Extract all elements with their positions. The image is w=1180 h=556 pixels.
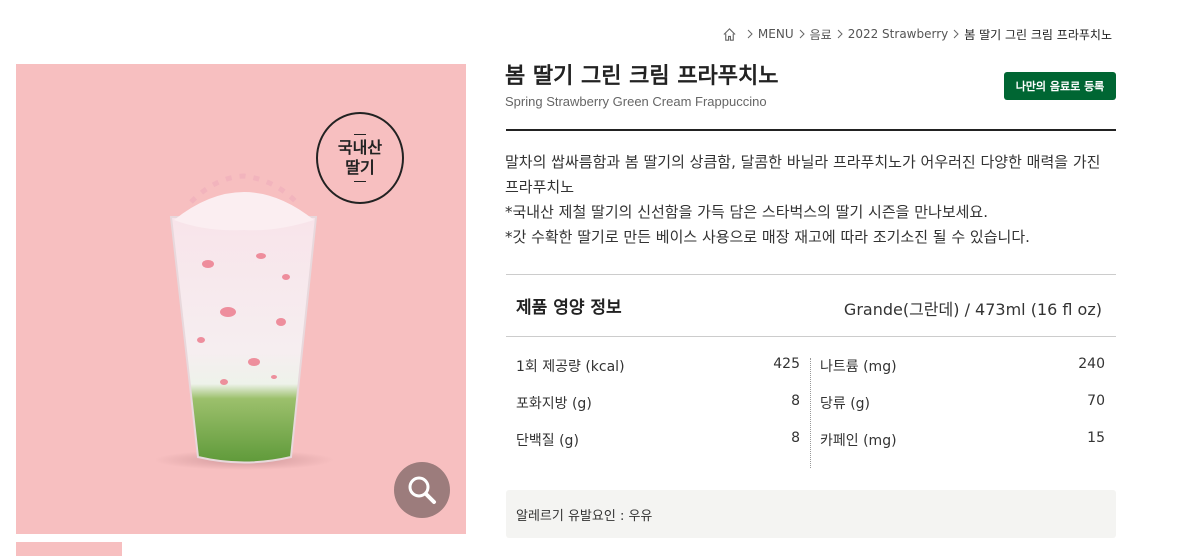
nutrition-list-right: 나트륨 (mg) 240 당류 (g) 70 카페인 (mg) 15 (820, 356, 1105, 467)
nutrition-list-left: 1회 제공량 (kcal) 425 포화지방 (g) 8 단백질 (g) 8 (516, 356, 806, 467)
nutrition-row: 단백질 (g) 8 (516, 430, 806, 467)
nutrition-value: 15 (1087, 430, 1105, 446)
nutrition-value: 240 (1078, 356, 1105, 372)
section-divider (506, 274, 1116, 275)
chevron-right-icon (953, 29, 959, 39)
description-line: *갓 수확한 딸기로 만든 베이스 사용으로 매장 재고에 따라 조기소진 될 … (505, 228, 1030, 246)
chevron-right-icon (837, 29, 843, 39)
description-line: 말차의 쌉싸름함과 봄 딸기의 상큼함, 달콤한 바닐라 프라푸치노가 어우러진… (505, 153, 1101, 196)
nutrition-label: 카페인 (mg) (820, 433, 897, 449)
chevron-right-icon (799, 29, 805, 39)
add-favorite-drink-button[interactable]: 나만의 음료로 등록 (1004, 72, 1116, 100)
nutrition-label: 당류 (g) (820, 396, 871, 412)
badge-line-2: 딸기 (345, 158, 375, 177)
nutrition-label: 단백질 (g) (516, 433, 579, 449)
nutrition-row: 1회 제공량 (kcal) 425 (516, 356, 806, 393)
nutrition-value: 8 (791, 393, 800, 409)
breadcrumb-item-current[interactable]: 봄 딸기 그린 크림 프라푸치노 (964, 26, 1112, 43)
product-image: 국내산 딸기 (16, 64, 466, 534)
description-line: *국내산 제철 딸기의 신선함을 가득 담은 스타벅스의 딸기 시즌을 만나보세… (505, 203, 988, 221)
product-title: 봄 딸기 그린 크림 프라푸치노 (505, 64, 779, 89)
badge-divider (354, 181, 366, 182)
chevron-right-icon (747, 29, 753, 39)
zoom-button[interactable] (394, 462, 450, 518)
nutrition-size: Grande(그란데) / 473ml (16 fl oz) (843, 300, 1102, 319)
nutrition-title: 제품 영양 정보 (516, 298, 622, 318)
badge-divider (354, 134, 366, 135)
breadcrumb-item-drinks[interactable]: 음료 (810, 26, 832, 43)
home-icon[interactable] (722, 26, 738, 42)
nutrition-value: 70 (1087, 393, 1105, 409)
frappuccino-cup-image (156, 173, 334, 470)
nutrition-row: 당류 (g) 70 (820, 393, 1105, 430)
nutrition-value: 425 (773, 356, 800, 372)
title-divider (506, 129, 1116, 131)
allergy-info: 알레르기 유발요인 : 우유 (506, 490, 1116, 538)
section-divider (506, 336, 1116, 337)
nutrition-row: 나트륨 (mg) 240 (820, 356, 1105, 393)
nutrition-row: 카페인 (mg) 15 (820, 430, 1105, 467)
nutrition-row: 포화지방 (g) 8 (516, 393, 806, 430)
product-title-en: Spring Strawberry Green Cream Frappuccin… (505, 94, 767, 109)
magnifier-icon (408, 476, 436, 504)
product-description: 말차의 쌉싸름함과 봄 딸기의 상큼함, 달콤한 바닐라 프라푸치노가 어우러진… (505, 150, 1117, 250)
thumbnail-item[interactable] (16, 542, 122, 556)
nutrition-label: 1회 제공량 (kcal) (516, 359, 625, 375)
nutrition-divider (810, 358, 811, 468)
breadcrumb: MENU 음료 2022 Strawberry 봄 딸기 그린 크림 프라푸치노 (722, 25, 1112, 43)
badge-line-1: 국내산 (337, 138, 383, 157)
nutrition-value: 8 (791, 430, 800, 446)
nutrition-label: 나트륨 (mg) (820, 359, 897, 375)
nutrition-label: 포화지방 (g) (516, 396, 592, 412)
breadcrumb-item-menu[interactable]: MENU (758, 27, 794, 41)
breadcrumb-item-category[interactable]: 2022 Strawberry (848, 27, 949, 41)
